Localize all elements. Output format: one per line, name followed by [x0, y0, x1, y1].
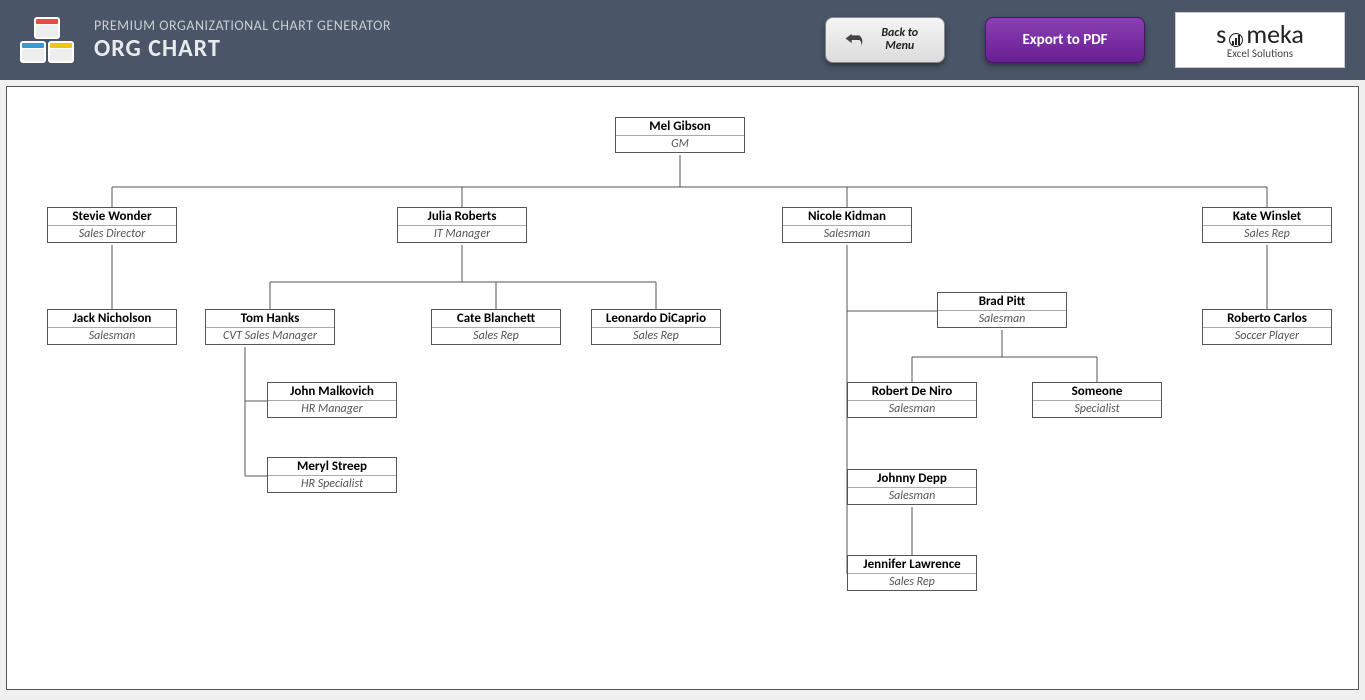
- org-node-role: Sales Director: [48, 226, 176, 242]
- org-node-nicole[interactable]: Nicole KidmanSalesman: [782, 207, 912, 243]
- org-node-jack[interactable]: Jack NicholsonSalesman: [47, 309, 177, 345]
- title-block: PREMIUM ORGANIZATIONAL CHART GENERATOR O…: [94, 17, 391, 63]
- org-node-someone[interactable]: SomeoneSpecialist: [1032, 382, 1162, 418]
- org-node-role: Salesman: [48, 328, 176, 344]
- org-node-name: Kate Winslet: [1203, 208, 1331, 226]
- org-node-role: Salesman: [938, 311, 1066, 327]
- org-node-role: GM: [616, 136, 744, 152]
- org-chart-canvas: Mel GibsonGM Stevie WonderSales Director J…: [6, 86, 1359, 690]
- org-node-name: Julia Roberts: [398, 208, 526, 226]
- org-node-mel[interactable]: Mel GibsonGM: [615, 117, 745, 153]
- org-node-name: Brad Pitt: [938, 293, 1066, 311]
- org-node-tom[interactable]: Tom HanksCVT Sales Manager: [205, 309, 335, 345]
- org-node-role: Sales Rep: [592, 328, 720, 344]
- org-node-role: Specialist: [1033, 401, 1161, 417]
- org-node-cate[interactable]: Cate BlanchettSales Rep: [431, 309, 561, 345]
- org-node-name: Meryl Streep: [268, 458, 396, 476]
- brand-name-pre: s: [1216, 21, 1226, 47]
- org-node-name: Nicole Kidman: [783, 208, 911, 226]
- org-node-role: Sales Rep: [432, 328, 560, 344]
- org-node-name: Johnny Depp: [848, 470, 976, 488]
- org-node-name: Someone: [1033, 383, 1161, 401]
- org-node-julia[interactable]: Julia RobertsIT Manager: [397, 207, 527, 243]
- brand-name-post: meka: [1246, 21, 1304, 47]
- back-to-menu-button[interactable]: Back to Menu: [825, 17, 945, 63]
- brand-subtitle: Excel Solutions: [1227, 47, 1293, 60]
- org-node-leo[interactable]: Leonardo DiCaprioSales Rep: [591, 309, 721, 345]
- org-node-name: Roberto Carlos: [1203, 310, 1331, 328]
- org-node-role: IT Manager: [398, 226, 526, 242]
- org-node-name: John Malkovich: [268, 383, 396, 401]
- org-node-meryl[interactable]: Meryl StreepHR Specialist: [267, 457, 397, 493]
- org-node-role: HR Manager: [268, 401, 396, 417]
- org-node-roberto[interactable]: Roberto CarlosSoccer Player: [1202, 309, 1332, 345]
- org-node-name: Robert De Niro: [848, 383, 976, 401]
- org-node-name: Cate Blanchett: [432, 310, 560, 328]
- org-node-johnny[interactable]: Johnny DeppSalesman: [847, 469, 977, 505]
- brand-bars-icon: [1229, 33, 1243, 47]
- export-pdf-label: Export to PDF: [1022, 31, 1107, 49]
- app-supertitle: PREMIUM ORGANIZATIONAL CHART GENERATOR: [94, 17, 391, 34]
- org-node-jennifer[interactable]: Jennifer LawrenceSales Rep: [847, 555, 977, 591]
- org-node-role: CVT Sales Manager: [206, 328, 334, 344]
- app-title: ORG CHART: [94, 34, 391, 63]
- brand-logo: s meka Excel Solutions: [1175, 12, 1345, 68]
- org-node-brad[interactable]: Brad PittSalesman: [937, 292, 1067, 328]
- app-logo-icon: [20, 17, 74, 63]
- org-node-name: Jennifer Lawrence: [848, 556, 976, 574]
- org-node-stevie[interactable]: Stevie WonderSales Director: [47, 207, 177, 243]
- org-node-role: Soccer Player: [1203, 328, 1331, 344]
- org-node-role: Sales Rep: [1203, 226, 1331, 242]
- org-node-role: Sales Rep: [848, 574, 976, 590]
- org-node-name: Stevie Wonder: [48, 208, 176, 226]
- org-node-role: Salesman: [848, 401, 976, 417]
- org-node-robert[interactable]: Robert De NiroSalesman: [847, 382, 977, 418]
- export-pdf-button[interactable]: Export to PDF: [985, 17, 1145, 63]
- org-node-role: HR Specialist: [268, 476, 396, 492]
- app-header: PREMIUM ORGANIZATIONAL CHART GENERATOR O…: [0, 0, 1365, 80]
- org-node-john[interactable]: John MalkovichHR Manager: [267, 382, 397, 418]
- org-node-role: Salesman: [848, 488, 976, 504]
- org-node-name: Mel Gibson: [616, 118, 744, 136]
- org-node-role: Salesman: [783, 226, 911, 242]
- org-node-name: Tom Hanks: [206, 310, 334, 328]
- back-to-menu-label: Back to Menu: [873, 27, 926, 53]
- org-node-name: Leonardo DiCaprio: [592, 310, 720, 328]
- org-node-name: Jack Nicholson: [48, 310, 176, 328]
- back-arrow-icon: [844, 29, 865, 51]
- org-node-kate[interactable]: Kate WinsletSales Rep: [1202, 207, 1332, 243]
